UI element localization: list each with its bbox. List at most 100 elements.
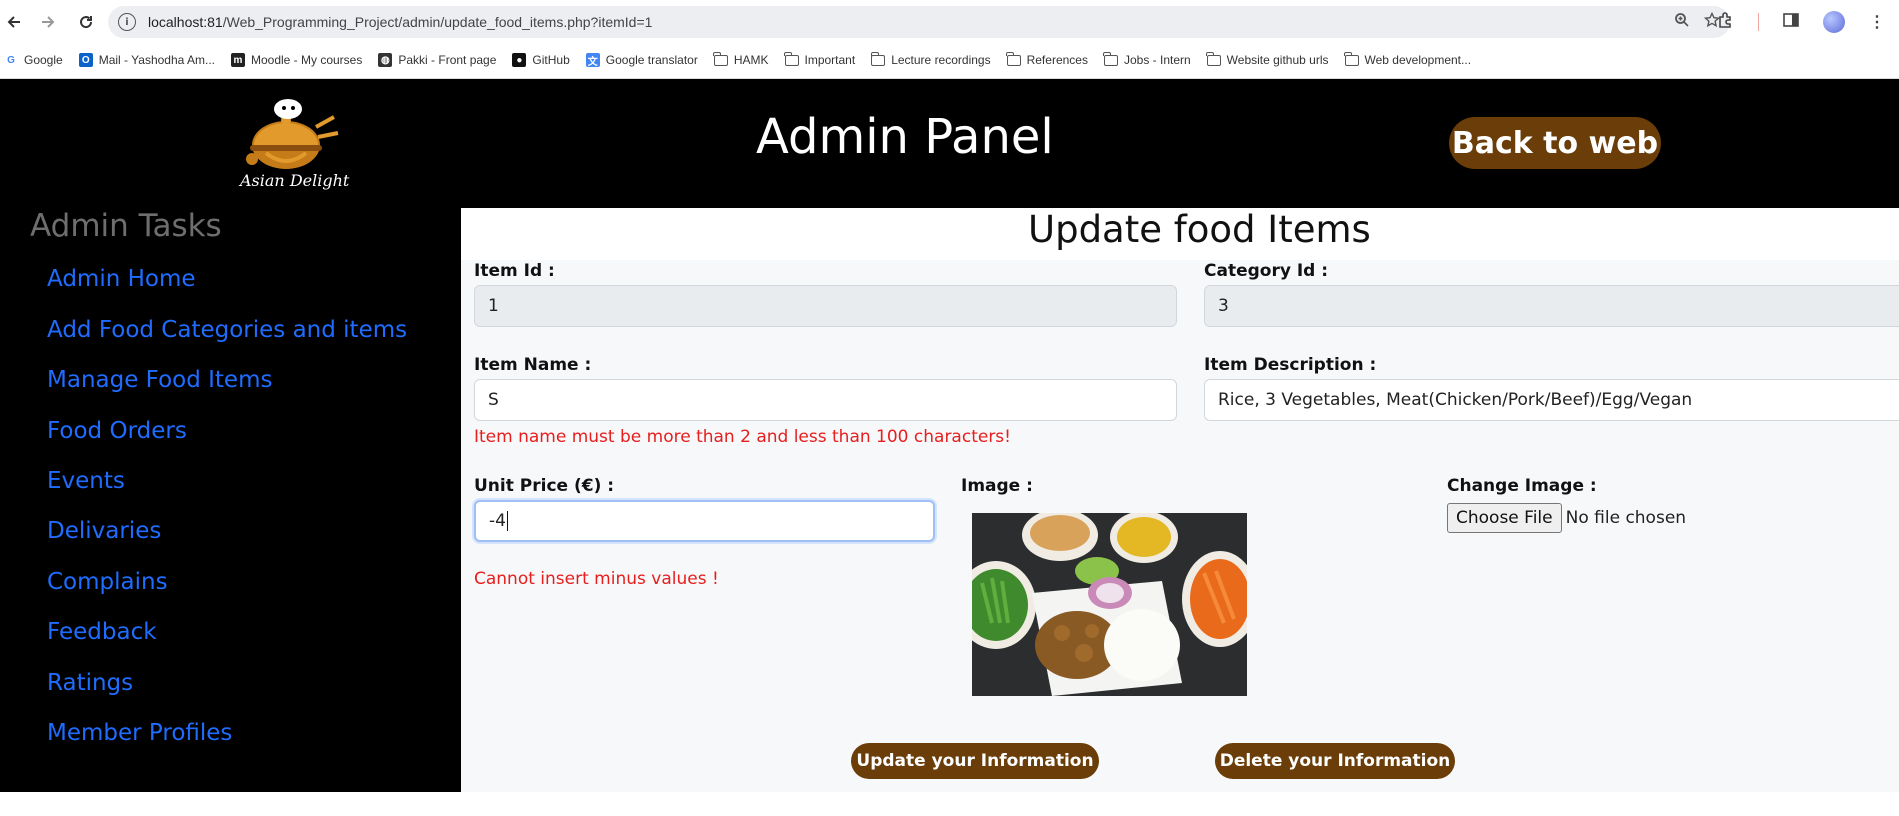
folder-icon xyxy=(1344,51,1359,66)
folder-icon xyxy=(1006,51,1021,66)
sidebar-item-ratings[interactable]: Ratings xyxy=(47,670,133,696)
bookmark-item[interactable]: Website github urls xyxy=(1206,51,1329,67)
unit-price-input[interactable]: -4 xyxy=(474,500,935,542)
change-image-label: Change Image : xyxy=(1447,476,1597,496)
bookmark-label: Lecture recordings xyxy=(891,53,991,67)
back-to-web-button[interactable]: Back to web xyxy=(1449,117,1661,169)
item-name-input[interactable]: S xyxy=(474,379,1177,421)
google-icon: G xyxy=(7,54,15,66)
side-panel-icon[interactable] xyxy=(1781,11,1801,34)
bookmark-item[interactable]: m Moodle - My courses xyxy=(230,53,363,67)
item-id-value: 1 xyxy=(488,296,499,316)
sidebar-item-manage-food-items[interactable]: Manage Food Items xyxy=(47,367,272,393)
bookmark-item[interactable]: HAMK xyxy=(713,51,769,67)
site-info-icon[interactable]: i xyxy=(118,13,136,31)
folder-icon xyxy=(1103,51,1118,66)
outlook-icon: O xyxy=(78,53,93,67)
folder-icon xyxy=(713,51,728,66)
browser-toolbar: i localhost:81/Web_Programming_Project/a… xyxy=(0,0,1899,44)
reload-icon[interactable] xyxy=(72,8,100,36)
bookmark-item[interactable]: ● GitHub xyxy=(512,53,570,67)
bookmark-item[interactable]: References xyxy=(1006,51,1088,67)
forward-arrow-icon[interactable] xyxy=(34,8,62,36)
bookmark-label: Web development... xyxy=(1364,53,1472,67)
file-picker: Choose File No file chosen xyxy=(1447,503,1686,533)
item-name-label: Item Name : xyxy=(474,355,592,375)
bookmark-item[interactable]: Important xyxy=(784,51,856,67)
bookmark-label: References xyxy=(1026,53,1088,67)
url-path: /Web_Programming_Project/admin/update_fo… xyxy=(222,14,653,30)
bookmark-item[interactable]: G Google xyxy=(4,53,63,67)
item-description-input[interactable]: Rice, 3 Vegetables, Meat(Chicken/Pork/Be… xyxy=(1204,379,1899,421)
item-description-value: Rice, 3 Vegetables, Meat(Chicken/Pork/Be… xyxy=(1218,390,1693,410)
bookmark-item[interactable]: 文 Google translator xyxy=(585,53,698,68)
item-name-value: S xyxy=(488,390,499,410)
bookmark-label: Moodle - My courses xyxy=(250,53,363,67)
logo-text: Asian Delight xyxy=(240,171,350,190)
bookmark-item[interactable]: Lecture recordings xyxy=(870,51,991,67)
file-status-text: No file chosen xyxy=(1565,508,1687,528)
sidebar-item-add-food-categories[interactable]: Add Food Categories and items xyxy=(47,317,407,343)
item-description-label: Item Description : xyxy=(1204,355,1377,375)
bookmark-label: Jobs - Intern xyxy=(1123,53,1191,67)
bookmark-label: Important xyxy=(804,53,856,67)
github-icon: ● xyxy=(512,53,527,67)
unit-price-label: Unit Price (€) : xyxy=(474,476,615,496)
item-id-field: 1 xyxy=(474,285,1177,327)
sidebar-item-events[interactable]: Events xyxy=(47,468,125,494)
choose-file-button[interactable]: Choose File xyxy=(1447,503,1562,533)
category-id-field: 3 xyxy=(1204,285,1899,327)
image-label: Image : xyxy=(961,476,1033,496)
sidebar-item-delivaries[interactable]: Delivaries xyxy=(47,518,161,544)
bookmark-item[interactable]: Web development... xyxy=(1344,51,1472,67)
folder-icon xyxy=(1206,51,1221,66)
bookmark-label: Pakki - Front page xyxy=(398,53,497,67)
bookmark-item[interactable]: ◍ Pakki - Front page xyxy=(378,53,496,67)
page-title: Admin Panel xyxy=(756,109,1054,165)
globe-icon: ◍ xyxy=(378,53,393,67)
url-text: localhost:81/Web_Programming_Project/adm… xyxy=(148,14,652,30)
web-page: Asian Delight Admin Panel Back to web Ad… xyxy=(0,79,1899,792)
bookmark-label: Google xyxy=(24,53,63,67)
category-id-label: Category Id : xyxy=(1204,261,1329,281)
url-host: localhost:81 xyxy=(148,14,223,30)
translate-icon: 文 xyxy=(585,53,600,68)
bookmark-label: Google translator xyxy=(605,53,698,67)
toolbar-divider xyxy=(1758,13,1759,31)
admin-sidebar: Admin Tasks Admin Home Add Food Categori… xyxy=(0,208,461,792)
bookmarks-bar: G Google O Mail - Yashodha Am... m Moodle - M… xyxy=(0,46,1899,74)
sidebar-item-complains[interactable]: Complains xyxy=(47,569,168,595)
sidebar-item-admin-home[interactable]: Admin Home xyxy=(47,266,196,292)
menu-dots-icon[interactable]: ⋮ xyxy=(1867,12,1887,32)
sidebar-title: Admin Tasks xyxy=(30,208,222,244)
category-id-value: 3 xyxy=(1218,296,1229,316)
extensions-icon[interactable] xyxy=(1716,11,1736,34)
profile-avatar[interactable] xyxy=(1823,11,1845,33)
bookmark-item[interactable]: Jobs - Intern xyxy=(1103,51,1191,67)
delete-button[interactable]: Delete your Information xyxy=(1215,743,1455,779)
unit-price-error: Cannot insert minus values ! xyxy=(474,569,719,589)
back-arrow-icon[interactable] xyxy=(0,8,28,36)
bookmark-item[interactable]: O Mail - Yashodha Am... xyxy=(78,53,215,67)
folder-icon xyxy=(784,51,799,66)
text-caret xyxy=(506,511,508,531)
moodle-icon: m xyxy=(230,53,245,67)
bookmark-label: GitHub xyxy=(532,53,570,67)
sidebar-item-member-profiles[interactable]: Member Profiles xyxy=(47,720,232,746)
sidebar-item-food-orders[interactable]: Food Orders xyxy=(47,418,187,444)
update-button[interactable]: Update your Information xyxy=(851,743,1099,779)
site-header: Asian Delight Admin Panel Back to web xyxy=(0,79,1899,208)
sidebar-item-feedback[interactable]: Feedback xyxy=(47,619,157,645)
bookmark-label: Mail - Yashodha Am... xyxy=(98,53,215,67)
form-title: Update food Items xyxy=(1028,208,1371,251)
address-bar[interactable]: i localhost:81/Web_Programming_Project/a… xyxy=(108,6,1730,38)
item-name-error: Item name must be more than 2 and less t… xyxy=(474,427,1011,447)
update-food-form: Update food Items Item Id : 1 Category I… xyxy=(461,208,1899,792)
zoom-icon[interactable] xyxy=(1674,12,1690,33)
item-id-label: Item Id : xyxy=(474,261,555,281)
unit-price-value: -4 xyxy=(489,511,506,531)
bookmark-label: HAMK xyxy=(733,53,769,67)
bookmark-label: Website github urls xyxy=(1226,53,1329,67)
folder-icon xyxy=(870,51,886,66)
food-item-image xyxy=(972,513,1247,696)
